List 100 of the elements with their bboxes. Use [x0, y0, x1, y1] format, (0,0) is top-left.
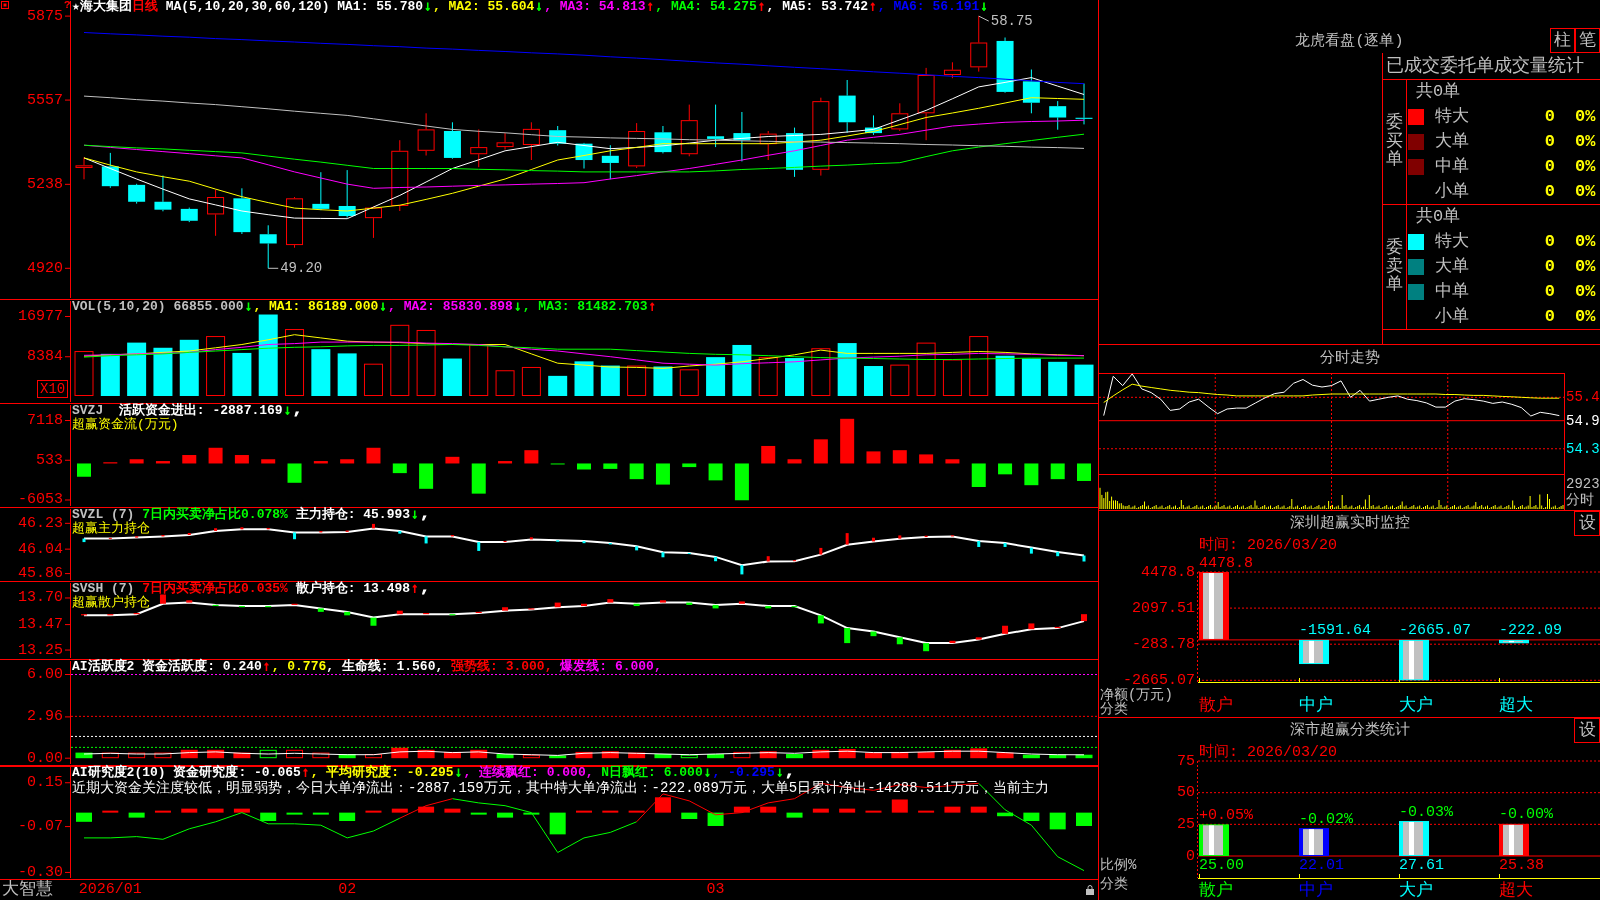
legend-text: , 平均研究度: -0.295: [310, 766, 454, 780]
candle-body: [733, 133, 751, 141]
legend-text: 活跃资金进出: -2887.169: [118, 404, 283, 418]
change-bar: [607, 599, 614, 603]
settings-button[interactable]: 设: [1574, 718, 1600, 743]
axis-label: 2097.51: [1132, 599, 1195, 617]
axis-label: 46.23: [18, 514, 63, 532]
legend-text: SVSH (7): [72, 582, 135, 596]
legend-text: ↓: [243, 300, 254, 314]
candle-body: [207, 197, 225, 215]
axis-label: -0.30: [18, 863, 63, 880]
candle-wick: [478, 128, 480, 168]
fund-flow-bar: [866, 451, 881, 464]
fund-flow-bar: [603, 463, 618, 469]
change-bar: [398, 530, 402, 534]
candle-wick: [267, 224, 269, 269]
change-label: -0.02%: [1299, 810, 1353, 828]
time-label: 时间: 2026/03/20: [1199, 536, 1338, 554]
fund-flow-bar: [971, 463, 986, 487]
research-bar: [839, 808, 856, 813]
research-bar: [418, 806, 435, 813]
research-bar: [812, 808, 829, 813]
axis-label: 16977: [18, 308, 63, 325]
volume-bar: [890, 364, 910, 396]
volume-bar: [811, 348, 831, 396]
fund-flow-bar: [1024, 463, 1039, 486]
axis-label: 13.25: [18, 641, 63, 659]
candle-wick: [609, 144, 611, 180]
order-count: 0: [1544, 107, 1555, 128]
order-percent: 0%: [1575, 132, 1596, 152]
category-label: 超大: [1499, 880, 1533, 900]
view-button[interactable]: 柱: [1550, 28, 1575, 53]
leader-line: [978, 15, 990, 22]
activity-bar: [786, 754, 804, 759]
research-bar: [760, 806, 777, 813]
volume-bar: [442, 358, 462, 396]
candle-body: [470, 147, 488, 155]
change-bar: [293, 532, 297, 540]
legend-text: , 生命线: 1.560,: [326, 660, 444, 674]
candle-wick: [978, 15, 980, 73]
research-bar: [154, 810, 171, 813]
axis-label: -0.07: [18, 818, 63, 836]
low-price-label: 49.20: [280, 260, 323, 277]
volume-bar: [232, 352, 252, 396]
view-button[interactable]: 笔: [1575, 28, 1600, 53]
row-label: 中单: [1435, 281, 1469, 302]
change-bar: [554, 602, 561, 608]
candle-wick: [557, 125, 559, 146]
candle-wick: [583, 142, 585, 169]
research-bar: [970, 806, 987, 813]
research-bar: [891, 799, 908, 813]
fund-flow-bar: [182, 455, 197, 464]
brand-label: 大智慧: [2, 880, 53, 900]
legend-text: ,: [784, 766, 795, 780]
value-label: -1591.64: [1299, 622, 1371, 640]
candle-wick: [636, 122, 638, 169]
research-bar: [365, 810, 382, 813]
change-bar: [1056, 551, 1060, 557]
change-bar: [396, 610, 403, 615]
legend-text: ↓: [423, 0, 433, 14]
activity-bar: [75, 752, 93, 759]
fund-flow-bar: [629, 463, 644, 480]
activity-bar: [365, 754, 382, 759]
research-bar: [681, 812, 698, 819]
activity-bar: [443, 751, 461, 759]
legend-text: , MA1: 86189.000: [253, 300, 379, 314]
research-bar: [312, 812, 329, 815]
research-bar: [391, 808, 408, 813]
change-bar: [975, 637, 982, 640]
volume-bar: [1074, 364, 1094, 396]
fund-flow-bar: [155, 461, 170, 464]
category-label: 散户: [1199, 880, 1233, 900]
legend-text: ↓: [702, 766, 713, 780]
activity-bar: [891, 751, 909, 759]
volume-bar: [837, 343, 857, 396]
fund-flow-bar: [734, 463, 749, 501]
legend-text: , MA5: 53.742: [766, 0, 868, 14]
candle-body: [522, 128, 540, 145]
volume-bar: [416, 329, 436, 396]
volume-bar: [469, 344, 489, 396]
axis-label: 50: [1177, 784, 1195, 802]
axis-label: 0.15: [27, 774, 63, 792]
activity-bar: [286, 749, 304, 759]
settings-button[interactable]: 设: [1574, 511, 1600, 536]
volume-bar: [1048, 361, 1068, 396]
change-bar: [582, 541, 586, 544]
change-bar: [1003, 543, 1007, 547]
change-bar: [581, 603, 587, 607]
activity-bar: [496, 754, 514, 759]
volume-bar: [574, 361, 594, 396]
axis-label: 533: [36, 451, 63, 469]
activity-bar: [865, 752, 882, 759]
fund-flow-bar: [498, 461, 513, 464]
legend-text: ↑: [261, 660, 272, 674]
volume-bar: [969, 336, 989, 396]
research-bar: [1023, 812, 1040, 821]
candle-body: [365, 207, 382, 219]
research-bar: [576, 810, 592, 813]
candle-body: [996, 40, 1014, 92]
axis-label: 4920: [27, 259, 63, 277]
